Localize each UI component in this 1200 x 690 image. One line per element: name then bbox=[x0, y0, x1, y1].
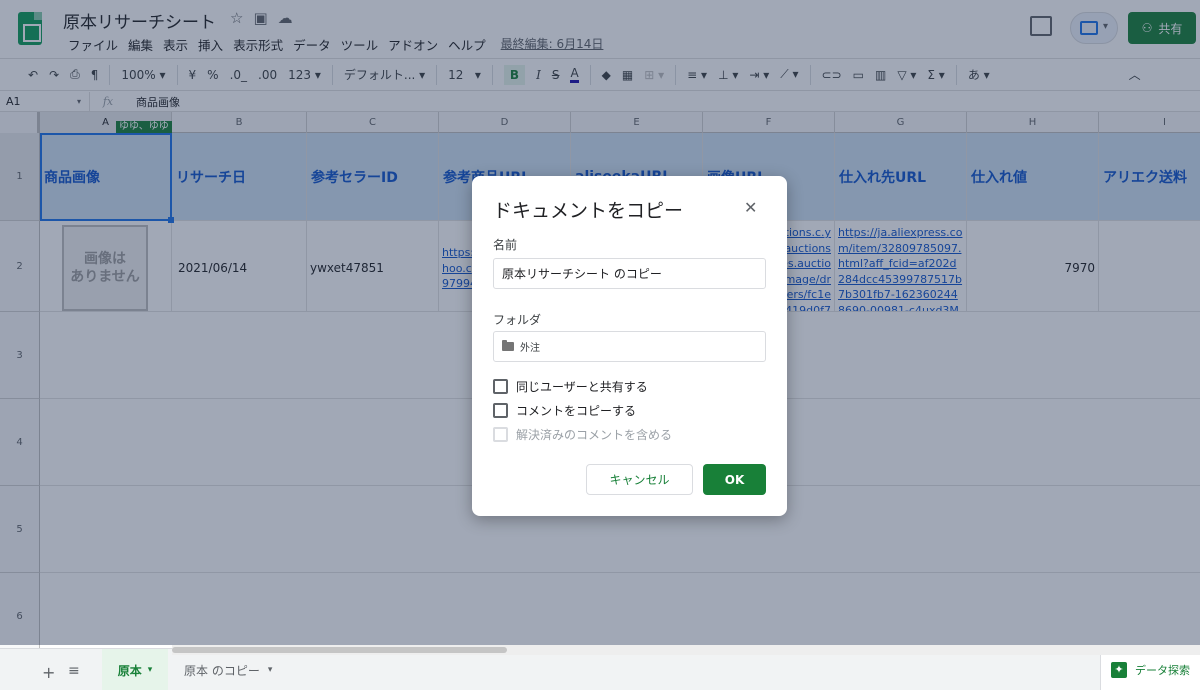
cancel-button[interactable]: キャンセル bbox=[586, 464, 693, 495]
add-sheet-icon[interactable]: + bbox=[42, 663, 55, 682]
folder-label: フォルダ bbox=[493, 313, 542, 327]
explore-icon: ✦ bbox=[1111, 662, 1127, 678]
include-resolved-checkbox bbox=[493, 427, 508, 442]
sheet-tab-copy[interactable]: 原本 のコピー ▾ bbox=[184, 649, 272, 690]
horizontal-scrollbar[interactable] bbox=[172, 645, 1200, 655]
folder-icon bbox=[502, 340, 514, 351]
close-icon[interactable]: ✕ bbox=[744, 198, 757, 217]
copy-comments-option[interactable]: コメントをコピーする bbox=[493, 402, 636, 419]
name-input[interactable]: 原本リサーチシート のコピー bbox=[493, 258, 766, 289]
folder-picker[interactable]: 外注 bbox=[493, 331, 766, 362]
ok-button[interactable]: OK bbox=[703, 464, 766, 495]
sheet-tab-original[interactable]: 原本 ▾ bbox=[102, 649, 168, 690]
dialog-title: ドキュメントをコピー bbox=[493, 200, 684, 222]
copy-document-dialog: ドキュメントをコピー ✕ 名前 原本リサーチシート のコピー フォルダ 外注 同… bbox=[472, 176, 787, 516]
include-resolved-option: 解決済みのコメントを含める bbox=[493, 426, 672, 443]
share-same-users-option[interactable]: 同じユーザーと共有する bbox=[493, 378, 648, 395]
all-sheets-icon[interactable]: ≡ bbox=[68, 663, 80, 679]
explore-button[interactable]: ✦ データ探索 bbox=[1100, 649, 1200, 690]
share-same-users-checkbox[interactable] bbox=[493, 379, 508, 394]
name-label: 名前 bbox=[493, 238, 518, 252]
copy-comments-checkbox[interactable] bbox=[493, 403, 508, 418]
scrollbar-thumb[interactable] bbox=[172, 647, 507, 653]
